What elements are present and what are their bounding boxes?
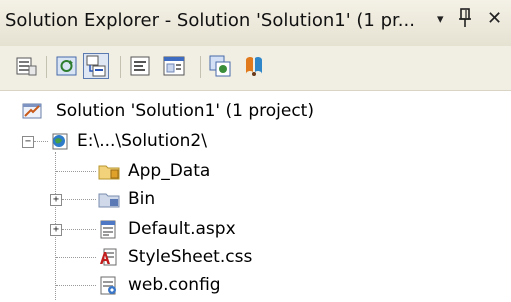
tree-connector <box>62 199 96 200</box>
panel-title: Solution Explorer - Solution 'Solution1'… <box>5 10 415 31</box>
tree-connector <box>56 171 96 172</box>
tree-connector <box>34 141 48 142</box>
title-bar[interactable]: Solution Explorer - Solution 'Solution1'… <box>0 0 511 46</box>
nest-related-files-icon[interactable] <box>83 53 109 79</box>
tree-node-label: StyleSheet.css <box>128 247 253 267</box>
config-file-icon <box>98 275 118 295</box>
expand-expander[interactable]: + <box>50 224 62 236</box>
view-designer-icon[interactable] <box>162 54 186 78</box>
tree-node-app-data[interactable]: App_Data <box>50 160 300 182</box>
folder-icon <box>98 161 120 181</box>
window-position-dropdown-icon[interactable]: ▾ <box>437 12 444 27</box>
view-code-icon[interactable] <box>128 54 152 78</box>
copy-website-icon[interactable] <box>208 54 232 78</box>
web-project-icon <box>50 131 70 151</box>
folder-icon <box>98 189 120 209</box>
tree-node-solution[interactable]: Solution 'Solution1' (1 project) <box>22 100 382 122</box>
tree-node-label: App_Data <box>128 161 211 181</box>
toolbar-separator <box>200 56 201 78</box>
css-file-icon <box>98 247 118 267</box>
tree-node-web-config[interactable]: web.config <box>50 274 300 296</box>
toolbar-separator <box>120 56 121 78</box>
tree-node-stylesheet-css[interactable]: StyleSheet.css <box>50 246 300 268</box>
aspx-file-icon <box>98 219 118 239</box>
tree-node-label: Solution 'Solution1' (1 project) <box>56 101 314 121</box>
tree-node-label: web.config <box>128 275 221 295</box>
tree-node-default-aspx[interactable]: + Default.aspx <box>50 218 300 240</box>
tree-connector <box>56 257 96 258</box>
asp-net-configuration-icon[interactable] <box>242 54 266 78</box>
tree-node-label: Bin <box>128 189 156 209</box>
refresh-icon[interactable] <box>55 54 79 78</box>
solution-explorer-panel: Solution Explorer - Solution 'Solution1'… <box>0 0 511 302</box>
tree-node-bin[interactable]: + Bin <box>50 188 300 210</box>
tree-connector <box>56 285 96 286</box>
collapse-expander[interactable]: − <box>22 136 34 148</box>
tree-node-label: E:\...\Solution2\ <box>77 131 207 151</box>
toolbar <box>0 46 511 91</box>
solution-tree: Solution 'Solution1' (1 project) − E:\..… <box>0 90 511 302</box>
properties-icon[interactable] <box>14 54 38 78</box>
auto-hide-pin-icon[interactable] <box>458 8 472 33</box>
close-icon[interactable]: ✕ <box>487 8 502 29</box>
solution-icon <box>22 101 42 121</box>
tree-node-label: Default.aspx <box>128 219 236 239</box>
toolbar-separator <box>46 56 47 78</box>
tree-node-project[interactable]: − E:\...\Solution2\ <box>22 130 322 152</box>
tree-connector <box>62 229 96 230</box>
expand-expander[interactable]: + <box>50 194 62 206</box>
